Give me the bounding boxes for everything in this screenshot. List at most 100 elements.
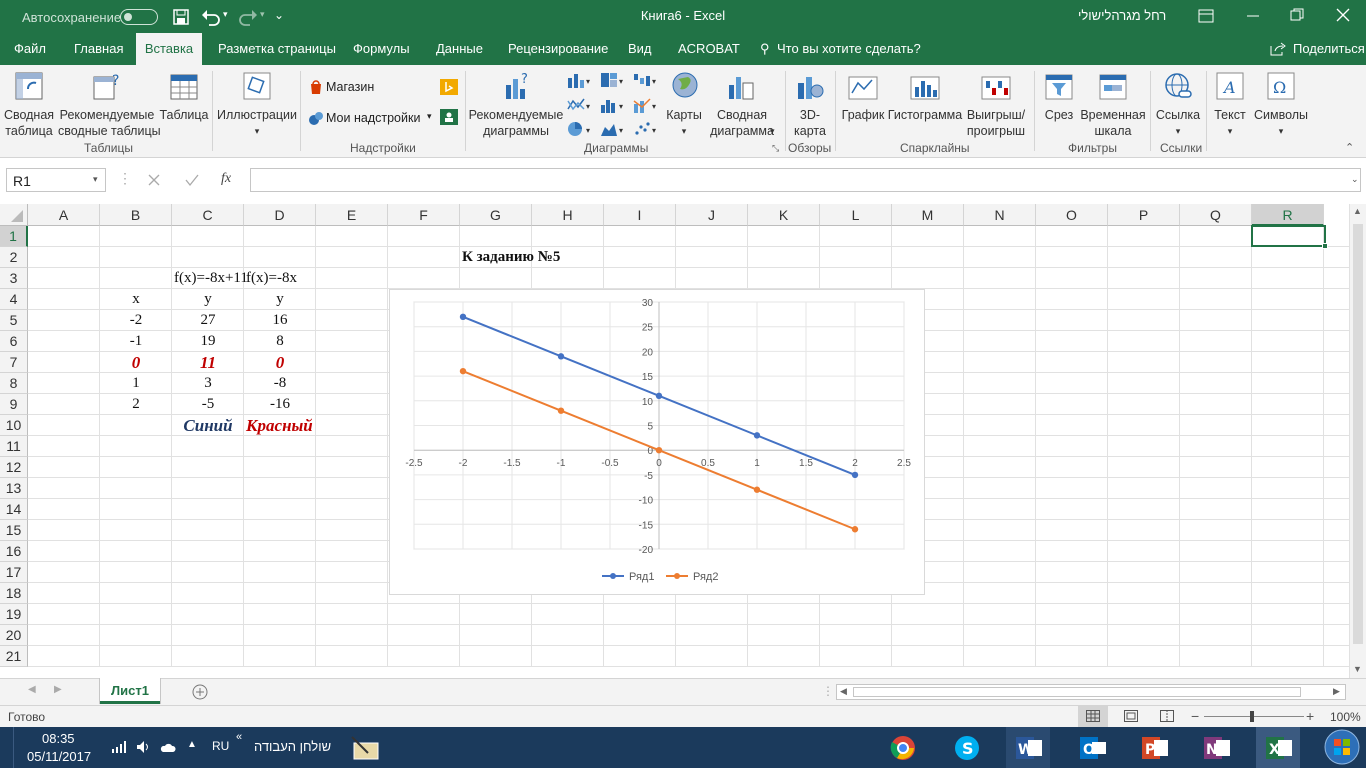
cell-c3[interactable]: f(x)=-8x+11 bbox=[174, 268, 248, 289]
collapse-ribbon-icon[interactable]: ⌃ bbox=[1345, 141, 1354, 154]
network-icon[interactable] bbox=[112, 741, 126, 753]
desktop-shortcut-icon[interactable] bbox=[350, 735, 380, 761]
my-addins-button[interactable]: Мои надстройки ▾ bbox=[306, 108, 436, 130]
cell-c6[interactable]: 19 bbox=[172, 331, 244, 352]
row-header-20[interactable]: 20 bbox=[0, 625, 28, 646]
row-header-7[interactable]: 7 bbox=[0, 352, 28, 373]
taskbar-onenote-button[interactable]: N bbox=[1194, 727, 1238, 768]
hierarchy-chart-icon[interactable]: ▾ bbox=[600, 72, 626, 88]
column-header-h[interactable]: H bbox=[532, 204, 604, 226]
recommended-charts-button[interactable]: ? Рекомендуемые диаграммы bbox=[468, 69, 564, 141]
start-button[interactable] bbox=[1318, 727, 1366, 768]
cell-d8[interactable]: -8 bbox=[244, 373, 316, 394]
tell-me-input[interactable]: Что вы хотите сделать? bbox=[777, 33, 921, 65]
cell-d6[interactable]: 8 bbox=[244, 331, 316, 352]
row-header-17[interactable]: 17 bbox=[0, 562, 28, 583]
row-header-10[interactable]: 10 bbox=[0, 415, 28, 436]
user-name[interactable]: רחל מגרהלישולי bbox=[1078, 8, 1166, 23]
bing-icon[interactable] bbox=[440, 79, 458, 95]
link-button[interactable]: Ссылка ▾ bbox=[1153, 69, 1203, 141]
column-header-d[interactable]: D bbox=[244, 204, 316, 226]
scroll-right-icon[interactable]: ▶ bbox=[1333, 686, 1340, 697]
column-header-j[interactable]: J bbox=[676, 204, 748, 226]
scroll-down-icon[interactable]: ▼ bbox=[1353, 664, 1362, 674]
row-header-5[interactable]: 5 bbox=[0, 310, 28, 331]
column-header-r[interactable]: R bbox=[1252, 204, 1324, 226]
row-header-12[interactable]: 12 bbox=[0, 457, 28, 478]
column-header-q[interactable]: Q bbox=[1180, 204, 1252, 226]
column-header-m[interactable]: M bbox=[892, 204, 964, 226]
column-header-c[interactable]: C bbox=[172, 204, 244, 226]
cell-b7[interactable]: 0 bbox=[100, 352, 172, 373]
prev-sheet-icon[interactable]: ◀ bbox=[28, 684, 36, 695]
volume-icon[interactable] bbox=[136, 740, 152, 754]
row-header-2[interactable]: 2 bbox=[0, 247, 28, 268]
tab-review[interactable]: Рецензирование bbox=[500, 33, 616, 65]
row-header-9[interactable]: 9 bbox=[0, 394, 28, 415]
redo-dropdown-icon[interactable]: ▾ bbox=[260, 9, 265, 20]
cell-b4[interactable]: x bbox=[100, 289, 172, 310]
tab-formulas[interactable]: Формулы bbox=[345, 33, 418, 65]
tab-view[interactable]: Вид bbox=[620, 33, 660, 65]
show-desktop-edge[interactable] bbox=[0, 727, 14, 768]
row-header-3[interactable]: 3 bbox=[0, 268, 28, 289]
3d-map-button[interactable]: 3D-карта bbox=[788, 69, 832, 141]
line-chart-icon[interactable]: ▾ bbox=[567, 97, 593, 113]
column-header-i[interactable]: I bbox=[604, 204, 676, 226]
vertical-scroll-thumb[interactable] bbox=[1353, 224, 1363, 644]
insert-function-button[interactable]: fx bbox=[221, 171, 231, 187]
column-header-k[interactable]: K bbox=[748, 204, 820, 226]
cell-b9[interactable]: 2 bbox=[100, 394, 172, 415]
charts-dialog-launcher-icon[interactable]: ⤡ bbox=[772, 143, 779, 154]
sheet-split-handle-icon[interactable]: ⋮ bbox=[822, 684, 834, 698]
column-header-l[interactable]: L bbox=[820, 204, 892, 226]
close-icon[interactable] bbox=[1336, 8, 1350, 22]
normal-view-button[interactable] bbox=[1078, 706, 1108, 727]
pie-chart-icon[interactable]: ▾ bbox=[567, 121, 593, 137]
row-header-16[interactable]: 16 bbox=[0, 541, 28, 562]
chart-area[interactable]: -2.5 -2 -1.5 -1 -0.5 0 0.5 1 1.5 2 2.5 30 25 20 15 10 5 0… bbox=[389, 289, 925, 595]
row-header-21[interactable]: 21 bbox=[0, 646, 28, 667]
tab-acrobat[interactable]: ACROBAT bbox=[670, 33, 748, 65]
next-sheet-icon[interactable]: ▶ bbox=[54, 684, 62, 695]
save-icon[interactable] bbox=[173, 9, 189, 25]
pivot-table-button[interactable]: Сводная таблица bbox=[2, 69, 54, 141]
people-graph-icon[interactable] bbox=[440, 109, 458, 125]
zoom-level[interactable]: 100% bbox=[1330, 710, 1361, 724]
onedrive-icon[interactable] bbox=[160, 741, 176, 753]
row-header-13[interactable]: 13 bbox=[0, 478, 28, 499]
name-box-dropdown-icon[interactable]: ▾ bbox=[93, 174, 98, 185]
cell-c9[interactable]: -5 bbox=[172, 394, 244, 415]
restore-icon[interactable] bbox=[1290, 8, 1304, 22]
column-header-b[interactable]: B bbox=[100, 204, 172, 226]
scroll-up-icon[interactable]: ▲ bbox=[1353, 206, 1362, 216]
tab-data[interactable]: Данные bbox=[428, 33, 491, 65]
cell-b8[interactable]: 1 bbox=[100, 373, 172, 394]
sparkline-line-button[interactable]: График bbox=[840, 69, 886, 141]
worksheet-grid[interactable]: ABCDEFGHIJKLMNOPQR 1 2 3 4 5 6 7 8 9 10 11 12 13 14 15… bbox=[0, 204, 1366, 678]
cell-c7[interactable]: 11 bbox=[172, 352, 244, 373]
tab-home[interactable]: Главная bbox=[66, 33, 131, 65]
illustrations-button[interactable]: Иллюстрации ▾ bbox=[216, 69, 298, 141]
undo-icon[interactable] bbox=[201, 8, 221, 26]
expand-formula-bar-icon[interactable]: ⌄ bbox=[1351, 174, 1359, 185]
row-header-1[interactable]: 1 bbox=[0, 226, 28, 247]
taskbar-excel-button[interactable]: X bbox=[1256, 727, 1300, 768]
add-sheet-icon[interactable] bbox=[192, 684, 208, 700]
scroll-left-icon[interactable]: ◀ bbox=[840, 686, 847, 697]
cell-c4[interactable]: y bbox=[172, 289, 244, 310]
vertical-scrollbar[interactable]: ▲ ▼ bbox=[1349, 204, 1366, 678]
row-header-15[interactable]: 15 bbox=[0, 520, 28, 541]
taskbar-word-button[interactable]: W bbox=[1006, 727, 1050, 768]
cell-b6[interactable]: -1 bbox=[100, 331, 172, 352]
recommended-pivot-button[interactable]: ? Рекомендуемые сводные таблицы bbox=[58, 69, 161, 141]
redo-icon[interactable] bbox=[238, 8, 258, 26]
tab-page-layout[interactable]: Разметка страницы bbox=[210, 33, 344, 65]
sheet-tab-active[interactable]: Лист1 bbox=[100, 678, 160, 704]
waterfall-chart-icon[interactable]: ▾ bbox=[633, 72, 659, 88]
ribbon-display-icon[interactable] bbox=[1198, 9, 1214, 23]
clock-time[interactable]: 08:35 bbox=[42, 731, 75, 746]
statistic-chart-icon[interactable]: ▾ bbox=[600, 97, 626, 113]
combo-chart-icon[interactable]: ▾ bbox=[633, 97, 659, 113]
page-break-view-icon[interactable] bbox=[1160, 710, 1174, 722]
